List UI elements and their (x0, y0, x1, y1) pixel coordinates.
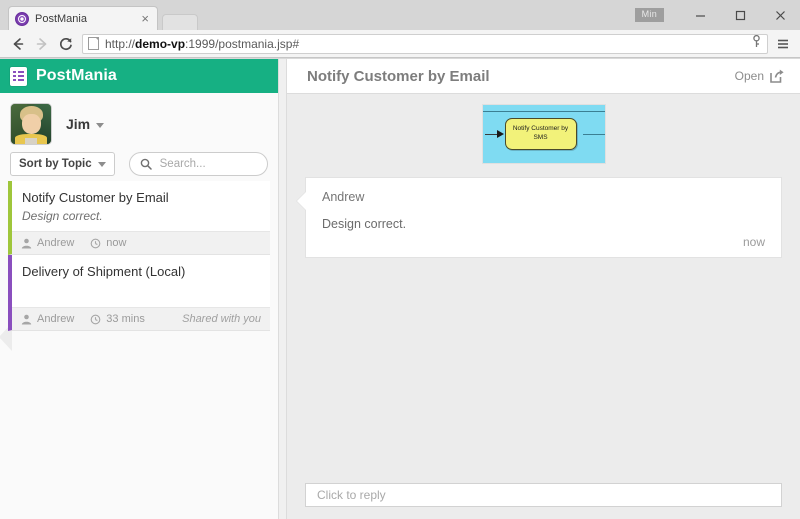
main-header: Notify Customer by Email Open (287, 59, 800, 94)
page-title: Notify Customer by Email (307, 68, 490, 85)
browser-toolbar: http://demo-vp:1999/postmania.jsp# (0, 30, 800, 58)
chevron-down-icon (96, 123, 104, 128)
comment-list: Andrew Design correct. now (287, 169, 800, 483)
diagram-connector-right (583, 134, 605, 135)
comment-bubble: Andrew Design correct. now (305, 177, 782, 258)
diagram-node: Notify Customer by SMS (505, 118, 577, 150)
page-document-icon (88, 37, 99, 50)
open-label: Open (735, 69, 764, 83)
sort-label: Sort by Topic (19, 158, 92, 170)
browser-window: PostMania × Min (0, 0, 800, 519)
search-icon (140, 158, 152, 170)
comment-text: Design correct. (322, 217, 765, 231)
post-time-label: now (106, 237, 126, 249)
browser-tab-postmania[interactable]: PostMania × (8, 6, 158, 30)
post-list: Notify Customer by Email Design correct.… (0, 181, 278, 519)
external-link-icon (770, 69, 784, 83)
key-icon[interactable] (751, 35, 762, 53)
post-meta: Andrew 33 mins Shared with you (12, 307, 270, 330)
chevron-down-icon (98, 162, 106, 167)
post-time: 33 mins (90, 313, 145, 325)
postmania-app: PostMania Jim Sort by Topic (0, 59, 800, 519)
clock-icon (90, 238, 101, 249)
postmania-logo-icon (10, 67, 27, 86)
forward-arrow-icon (30, 32, 54, 56)
back-arrow-icon[interactable] (6, 32, 30, 56)
reply-input[interactable] (315, 487, 772, 503)
brand-name: PostMania (36, 67, 117, 85)
list-item[interactable]: Delivery of Shipment (Local) Andrew (8, 255, 270, 331)
post-time-label: 33 mins (106, 313, 145, 325)
filter-bar: Sort by Topic (0, 147, 278, 181)
person-icon (21, 238, 32, 249)
post-subtitle: Design correct. (12, 209, 270, 231)
brand-bar: PostMania (0, 59, 278, 93)
post-shared-label: Shared with you (182, 313, 261, 325)
post-author: Andrew (21, 313, 74, 325)
window-controls: Min (635, 0, 800, 30)
globe-icon (15, 12, 29, 26)
tab-title: PostMania (35, 13, 139, 25)
reply-area (287, 483, 800, 519)
post-title: Notify Customer by Email (12, 181, 270, 209)
open-button[interactable]: Open (735, 69, 784, 83)
tab-strip: PostMania × (0, 0, 198, 30)
user-name-menu[interactable]: Jim (66, 116, 104, 132)
close-icon[interactable] (760, 2, 800, 28)
minimize-icon[interactable] (680, 2, 720, 28)
sort-by-topic-button[interactable]: Sort by Topic (10, 152, 115, 176)
diagram-thumbnail-wrap: Notify Customer by SMS (287, 94, 800, 169)
comment-time: now (322, 235, 765, 249)
new-tab-button[interactable] (162, 14, 198, 30)
post-author-label: Andrew (37, 237, 74, 249)
search-input[interactable] (158, 157, 257, 171)
post-author: Andrew (21, 237, 74, 249)
person-icon (21, 314, 32, 325)
min-badge: Min (635, 8, 664, 22)
sidebar: PostMania Jim Sort by Topic (0, 59, 278, 519)
clock-icon (90, 314, 101, 325)
avatar[interactable] (10, 103, 52, 145)
url-host: demo-vp (135, 37, 185, 51)
post-time: now (90, 237, 126, 249)
hamburger-menu-icon[interactable] (772, 33, 794, 55)
maximize-icon[interactable] (720, 2, 760, 28)
close-tab-icon[interactable]: × (139, 12, 151, 25)
post-title: Delivery of Shipment (Local) (12, 255, 270, 283)
browser-titlebar: PostMania × Min (0, 0, 800, 30)
comment-author: Andrew (322, 190, 765, 204)
search-box[interactable] (129, 152, 268, 176)
list-item[interactable]: Notify Customer by Email Design correct.… (8, 181, 270, 255)
reply-input-wrap[interactable] (305, 483, 782, 507)
diagram-arrowhead (497, 130, 504, 138)
post-author-label: Andrew (37, 313, 74, 325)
main-panel: Notify Customer by Email Open Notify Cus… (287, 59, 800, 519)
user-bar: Jim (0, 93, 278, 147)
url-text: http://demo-vp:1999/postmania.jsp# (105, 37, 299, 51)
post-spacer (12, 283, 270, 307)
post-meta: Andrew now (12, 231, 270, 254)
diagram-top-line (483, 111, 605, 112)
diagram-thumbnail[interactable]: Notify Customer by SMS (483, 105, 605, 163)
user-name-label: Jim (66, 116, 90, 132)
url-path: :1999/postmania.jsp# (185, 37, 299, 51)
url-scheme: http:// (105, 37, 135, 51)
address-bar[interactable]: http://demo-vp:1999/postmania.jsp# (82, 34, 768, 54)
reload-icon[interactable] (54, 32, 78, 56)
sidebar-divider (278, 59, 287, 519)
